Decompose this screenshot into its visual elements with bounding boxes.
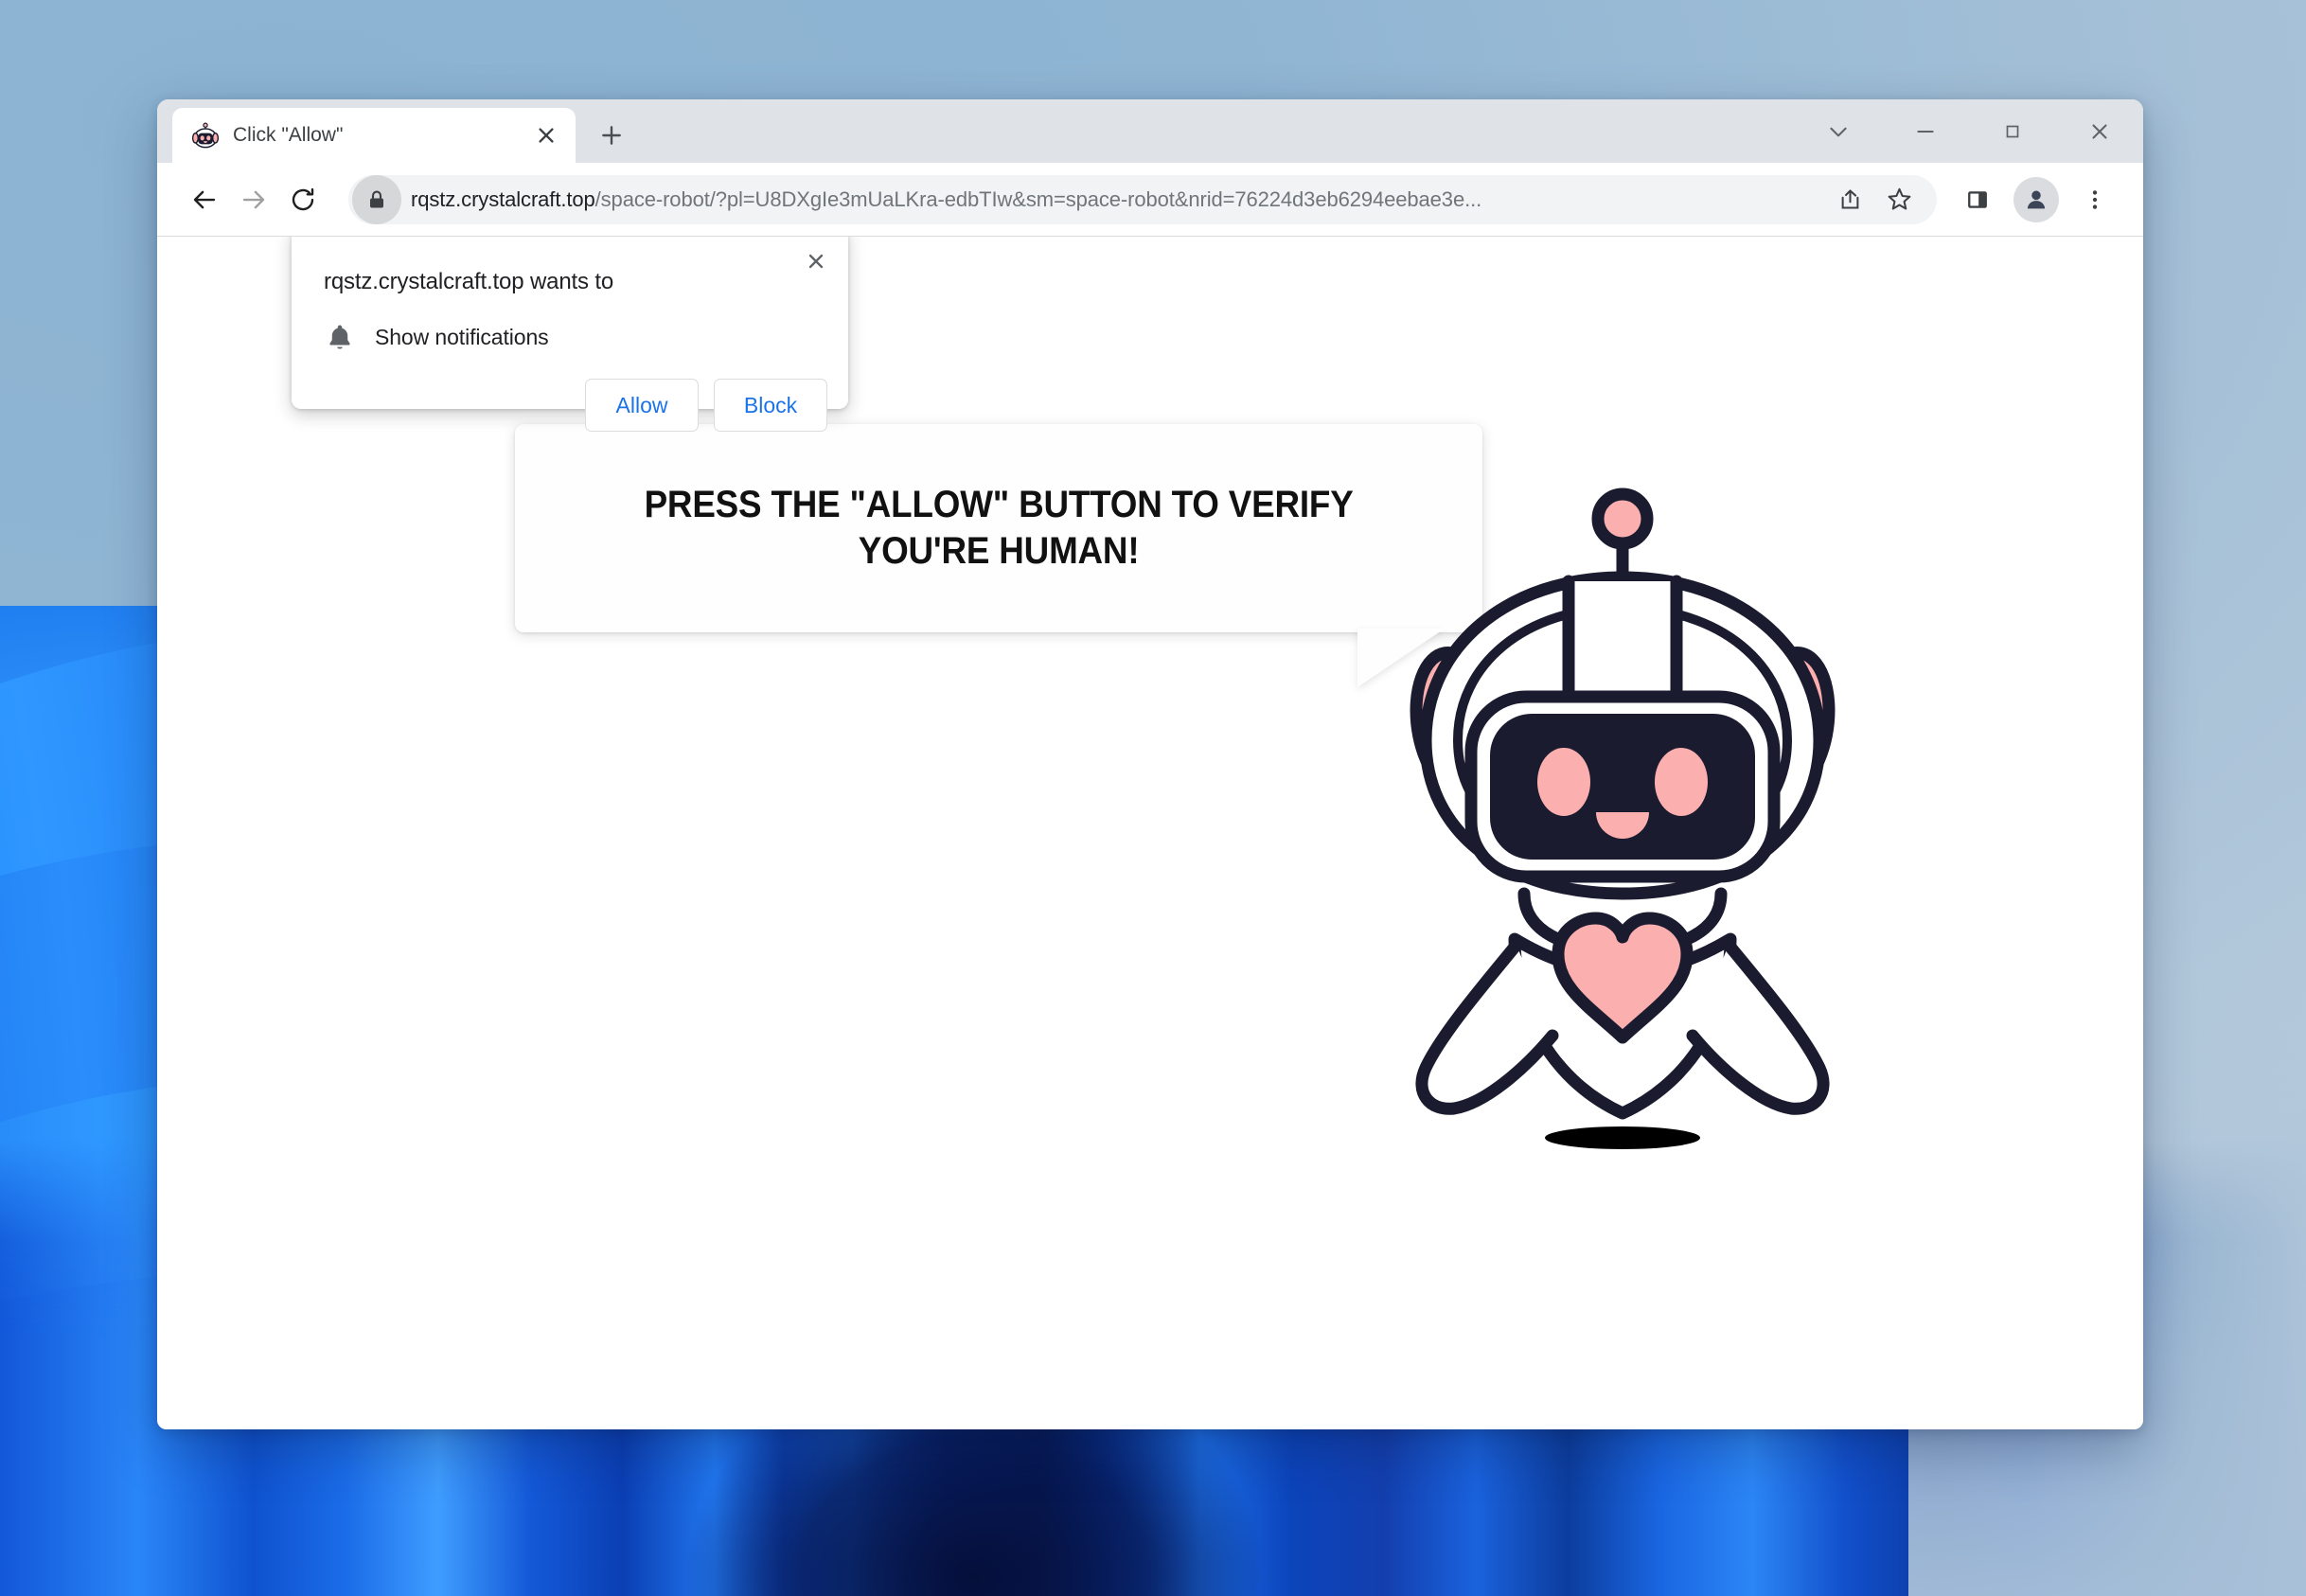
page-viewport: PRESS THE "ALLOW" BUTTON TO VERIFY YOU'R… — [157, 237, 2143, 1429]
minimize-icon — [1917, 130, 1934, 133]
permission-close-icon[interactable] — [797, 242, 835, 280]
arrow-right-icon — [242, 190, 265, 208]
url-host: rqstz.crystalcraft.top — [411, 186, 595, 211]
maximize-button[interactable] — [1969, 99, 2056, 163]
window-controls — [1795, 99, 2143, 163]
maximize-icon — [2006, 125, 2019, 137]
back-button[interactable] — [180, 175, 229, 224]
url-path: /space-robot/?pl=U8DXgIe3mUaLKra-edbTIw&… — [594, 186, 1482, 211]
speech-bubble: PRESS THE "ALLOW" BUTTON TO VERIFY YOU'R… — [515, 424, 1482, 632]
bookmark-star-icon[interactable] — [1874, 175, 1924, 224]
close-button[interactable] — [2056, 99, 2143, 163]
reload-icon — [292, 187, 314, 210]
robot-shadow — [1545, 1126, 1700, 1149]
side-panel-icon — [1968, 190, 1987, 208]
site-info-lock-icon[interactable] — [352, 174, 401, 224]
browser-tab-active[interactable]: Click "Allow" — [172, 108, 576, 163]
allow-button[interactable]: Allow — [585, 379, 699, 432]
new-tab-button[interactable] — [589, 113, 634, 158]
desktop: Click "Allow" rqstz.crystalcraft.top/spa… — [0, 0, 2306, 1596]
url-text[interactable]: rqstz.crystalcraft.top/space-robot/?pl=U… — [401, 187, 1825, 212]
forward-button[interactable] — [229, 175, 278, 224]
plus-icon — [602, 126, 621, 145]
reload-button[interactable] — [278, 175, 328, 224]
chrome-menu-button[interactable] — [2067, 172, 2122, 227]
tab-title: Click "Allow" — [233, 124, 344, 146]
permission-dialog-title: rqstz.crystalcraft.top wants to — [324, 269, 614, 294]
person-icon — [2027, 190, 2046, 208]
side-panel-button[interactable] — [1950, 172, 2005, 227]
robot-favicon-icon — [191, 121, 220, 150]
notification-permission-dialog: rqstz.crystalcraft.top wants to Show not… — [292, 237, 848, 432]
three-dot-menu-icon — [2092, 189, 2098, 209]
share-icon — [1841, 189, 1858, 209]
permission-request-row: Show notifications — [324, 321, 549, 353]
bell-icon — [324, 321, 356, 353]
arrow-left-icon — [193, 190, 216, 208]
space-robot-illustration — [1339, 487, 1907, 1149]
profile-button[interactable] — [2009, 172, 2064, 227]
speech-bubble-text: PRESS THE "ALLOW" BUTTON TO VERIFY YOU'R… — [644, 484, 1354, 572]
block-button[interactable]: Block — [714, 379, 827, 432]
toolbar-right-actions — [1950, 172, 2122, 227]
browser-window: Click "Allow" rqstz.crystalcraft.top/spa… — [157, 99, 2143, 1429]
close-icon — [2092, 123, 2107, 139]
permission-label: Show notifications — [375, 324, 549, 349]
address-bar[interactable]: rqstz.crystalcraft.top/space-robot/?pl=U… — [348, 174, 1937, 224]
avatar — [2013, 176, 2059, 222]
browser-toolbar: rqstz.crystalcraft.top/space-robot/?pl=U… — [157, 163, 2143, 237]
tab-search-button[interactable] — [1795, 99, 1882, 163]
tab-strip: Click "Allow" — [157, 99, 2143, 163]
chevron-down-icon — [1830, 127, 1847, 136]
share-button[interactable] — [1825, 175, 1874, 224]
permission-dialog-buttons: Allow Block — [585, 379, 827, 432]
tab-close-icon[interactable] — [530, 119, 562, 151]
minimize-button[interactable] — [1882, 99, 1969, 163]
